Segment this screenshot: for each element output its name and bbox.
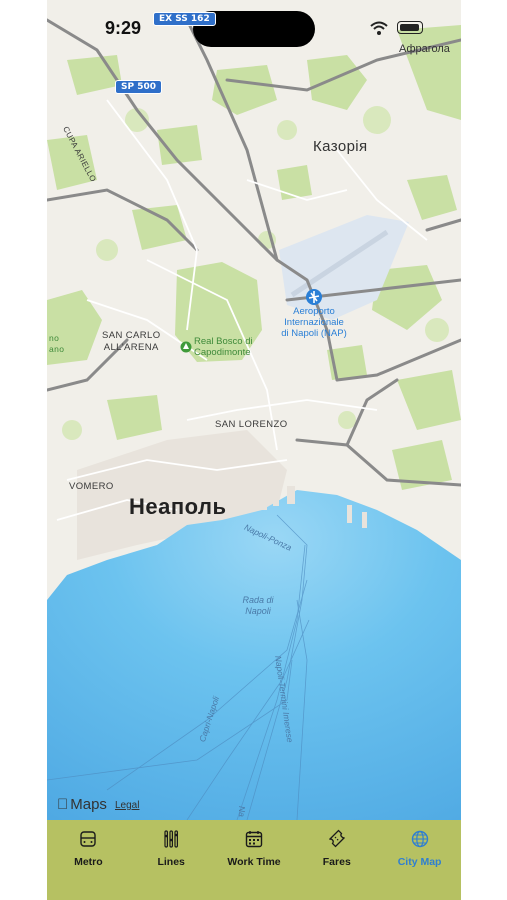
- tab-fares[interactable]: Fares: [295, 820, 378, 900]
- tab-city-map[interactable]: City Map: [378, 820, 461, 900]
- label-left-edge: no ano: [49, 333, 65, 354]
- apple-logo-icon: : [57, 796, 68, 813]
- label-vomero: VOMERO: [69, 481, 114, 492]
- label-airport[interactable]: Aeroporto Internazionale di Napoli (NAP): [269, 306, 359, 339]
- airport-marker: [306, 289, 322, 305]
- label-naples[interactable]: Неаполь: [129, 494, 227, 520]
- road-shield-ex-ss-162: EX SS 162: [153, 12, 216, 26]
- tab-label-work-time: Work Time: [227, 856, 281, 868]
- apple-maps-logo:  Maps: [57, 796, 107, 813]
- label-rada-di-napoli: Rada di Napoli: [242, 595, 274, 616]
- label-san-carlo-arena: SAN CARLO ALL'ARENA: [102, 330, 161, 353]
- metro-icon: [80, 831, 97, 847]
- tab-lines[interactable]: Lines: [130, 820, 213, 900]
- city-map[interactable]: 9:29 EX SS 162 SP 500 Афрагола Казорія C…: [47, 0, 461, 820]
- park-marker: [180, 341, 192, 353]
- tab-bar: Metro Lines Work Time Fares City Map: [47, 820, 461, 900]
- map-canvas: [47, 0, 461, 820]
- tab-metro[interactable]: Metro: [47, 820, 130, 900]
- phone-screen: 9:29 EX SS 162 SP 500 Афрагола Казорія C…: [47, 0, 461, 900]
- tab-label-lines: Lines: [157, 856, 185, 868]
- tab-work-time[interactable]: Work Time: [213, 820, 296, 900]
- globe-icon: [411, 830, 428, 848]
- label-afragola: Афрагола: [399, 43, 450, 55]
- tab-label-fares: Fares: [322, 856, 351, 868]
- lines-icon: [164, 830, 179, 848]
- maps-brand: Maps: [59, 796, 107, 813]
- tab-label-metro: Metro: [74, 856, 103, 868]
- tab-label-city-map: City Map: [397, 856, 442, 868]
- ticket-icon: [328, 829, 345, 848]
- label-route-bottom: Na: [237, 806, 247, 817]
- road-shield-sp-500: SP 500: [115, 80, 162, 94]
- battery-icon: [397, 21, 423, 34]
- wifi-icon: [370, 21, 388, 35]
- label-casoria: Казорія: [313, 138, 368, 155]
- status-time: 9:29: [105, 18, 142, 38]
- label-san-lorenzo: SAN LORENZO: [215, 419, 288, 430]
- label-real-bosco[interactable]: Real Bosco di Capodimonte: [194, 336, 253, 358]
- legal-link[interactable]: Legal: [115, 800, 139, 811]
- calendar-icon: [245, 831, 263, 848]
